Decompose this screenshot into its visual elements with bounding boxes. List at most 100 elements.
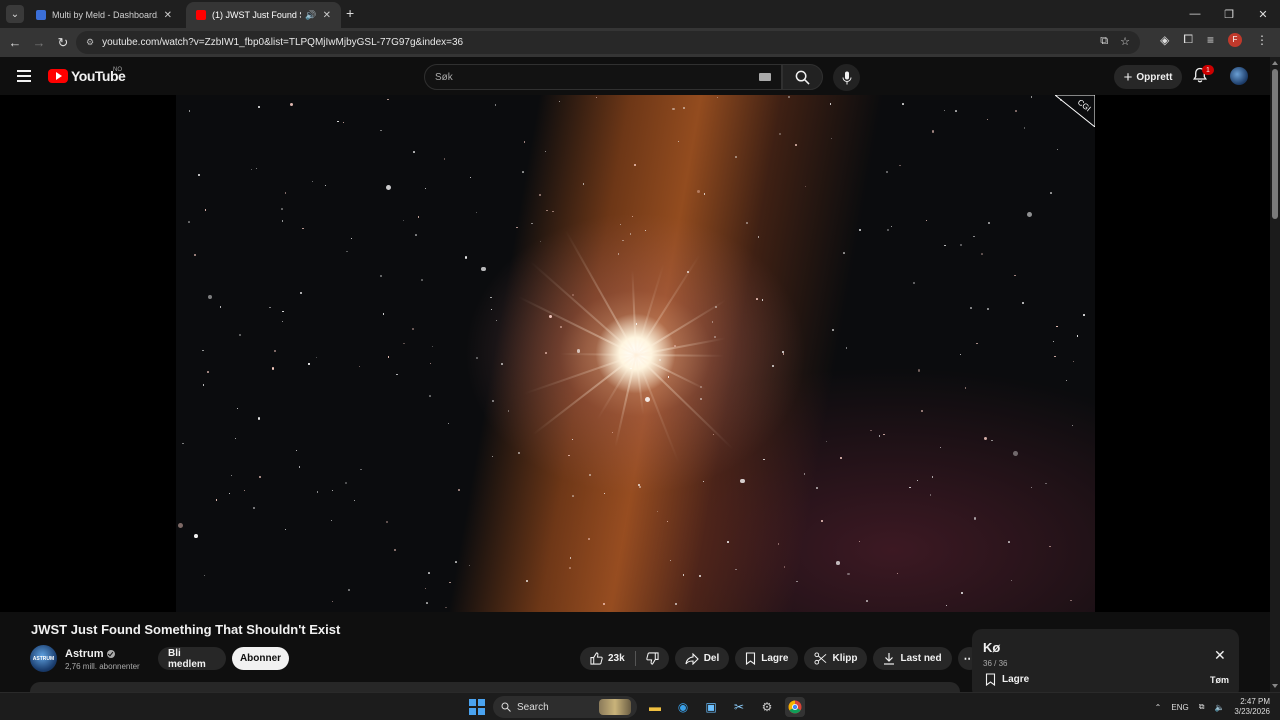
star-point bbox=[713, 335, 716, 338]
new-tab-button[interactable]: + bbox=[346, 5, 354, 21]
save-label: Lagre bbox=[761, 653, 789, 664]
account-avatar[interactable] bbox=[1230, 67, 1248, 85]
create-button[interactable]: + Opprett bbox=[1114, 65, 1182, 89]
share-button[interactable]: Del bbox=[674, 647, 730, 670]
description-box[interactable] bbox=[30, 682, 960, 692]
snipping-tool-icon[interactable]: ✂ bbox=[729, 697, 749, 717]
keyboard-icon[interactable] bbox=[759, 73, 771, 81]
star-point bbox=[507, 410, 510, 412]
star-point bbox=[207, 370, 210, 373]
queue-clear-button[interactable]: Tøm bbox=[1210, 675, 1229, 685]
site-info-icon[interactable]: ⚙ bbox=[86, 37, 94, 48]
star-point bbox=[826, 440, 828, 442]
star-point bbox=[545, 150, 547, 153]
close-tab-icon[interactable]: ✕ bbox=[323, 10, 331, 21]
subscribe-button[interactable]: Abonner bbox=[232, 647, 289, 670]
star-point bbox=[490, 308, 493, 311]
download-icon bbox=[884, 653, 895, 665]
profile-avatar[interactable]: F bbox=[1228, 32, 1242, 47]
remote-desktop-icon[interactable]: ▣ bbox=[701, 697, 721, 717]
star-point bbox=[758, 236, 760, 238]
star-point bbox=[458, 488, 461, 491]
browser-menu-icon[interactable]: ⋮ bbox=[1256, 33, 1268, 47]
scrollbar-thumb[interactable] bbox=[1272, 69, 1278, 219]
star-point bbox=[1030, 96, 1033, 98]
star-point bbox=[603, 492, 605, 494]
taskbar-search-box[interactable]: Search bbox=[493, 696, 637, 718]
channel-avatar[interactable]: ASTRUM bbox=[30, 645, 57, 672]
star-point bbox=[560, 326, 563, 329]
file-explorer-icon[interactable]: ▬ bbox=[645, 697, 665, 717]
bookmark-star-icon[interactable]: ☆ bbox=[1120, 35, 1130, 48]
hamburger-menu-icon[interactable] bbox=[17, 70, 31, 85]
star-point bbox=[843, 252, 845, 254]
star-point bbox=[1008, 541, 1010, 543]
search-button[interactable] bbox=[782, 64, 823, 90]
tray-overflow-chevron-icon[interactable]: ⌃ bbox=[1155, 703, 1162, 712]
tab-search-menu-button[interactable]: ⌄ bbox=[6, 5, 24, 23]
page-scrollbar[interactable] bbox=[1270, 57, 1280, 692]
minimize-button[interactable]: — bbox=[1178, 0, 1212, 28]
extension-icon[interactable]: ◈ bbox=[1160, 33, 1169, 47]
star-point bbox=[583, 183, 585, 185]
verified-check-icon bbox=[106, 650, 115, 659]
scroll-down-arrow-icon[interactable] bbox=[1272, 684, 1278, 688]
volume-icon[interactable]: 🔈 bbox=[1214, 703, 1224, 712]
bookmark-icon bbox=[985, 673, 996, 686]
close-window-button[interactable]: ✕ bbox=[1246, 0, 1280, 28]
star-point bbox=[755, 298, 758, 301]
star-point bbox=[316, 356, 318, 358]
star-point bbox=[202, 384, 205, 386]
dislike-button[interactable] bbox=[636, 647, 669, 670]
star-point bbox=[494, 104, 497, 107]
star-point bbox=[558, 100, 561, 103]
join-button[interactable]: Bli medlem bbox=[158, 647, 226, 670]
settings-icon[interactable]: ⚙ bbox=[757, 697, 777, 717]
taskbar-clock[interactable]: 2:47 PM 3/23/2026 bbox=[1234, 697, 1270, 717]
tab-meld-dashboard[interactable]: Multi by Meld - Dashboard. ✕ bbox=[26, 2, 182, 28]
chrome-browser-icon[interactable] bbox=[785, 697, 805, 717]
video-frame[interactable]: CGI bbox=[176, 95, 1095, 612]
input-language[interactable]: ENG bbox=[1171, 703, 1188, 712]
star-point bbox=[988, 221, 990, 224]
bookmark-icon bbox=[746, 652, 756, 665]
close-queue-icon[interactable]: ✕ bbox=[1214, 647, 1226, 664]
network-icon[interactable]: ⧉ bbox=[1199, 702, 1205, 712]
address-bar[interactable]: ⚙ youtube.com/watch?v=ZzbIW1_fbp0&list=T… bbox=[76, 31, 1140, 54]
windows-start-icon[interactable] bbox=[469, 699, 485, 715]
star-point bbox=[990, 439, 993, 442]
install-app-icon[interactable]: ⧉ bbox=[1100, 35, 1108, 48]
star-point bbox=[208, 294, 213, 299]
queue-title: Kø bbox=[983, 640, 1001, 655]
star-point bbox=[424, 587, 427, 590]
star-point bbox=[901, 103, 904, 105]
edge-browser-icon[interactable]: ◉ bbox=[673, 697, 693, 717]
scroll-up-arrow-icon[interactable] bbox=[1272, 61, 1278, 65]
star-point bbox=[1059, 98, 1062, 102]
search-input[interactable]: Søk bbox=[424, 64, 782, 90]
star-point bbox=[425, 187, 427, 189]
voice-search-button[interactable] bbox=[833, 64, 860, 91]
star-point bbox=[638, 484, 640, 486]
star-point bbox=[445, 607, 447, 609]
save-button[interactable]: Lagre bbox=[735, 647, 799, 670]
star-point bbox=[885, 170, 888, 173]
star-point bbox=[385, 184, 391, 191]
speaker-icon[interactable]: 🔊 bbox=[305, 10, 316, 21]
puzzle-extensions-icon[interactable]: ⧠ bbox=[1183, 32, 1193, 47]
media-control-icon[interactable]: ≡ bbox=[1207, 33, 1214, 47]
reload-button[interactable]: ↻ bbox=[51, 35, 75, 51]
star-point bbox=[632, 215, 634, 217]
clip-button[interactable]: Klipp bbox=[804, 647, 868, 670]
queue-save-button[interactable]: Lagre bbox=[985, 673, 1029, 686]
restore-button[interactable]: ❐ bbox=[1212, 0, 1246, 28]
channel-name-link[interactable]: Astrum bbox=[65, 648, 115, 660]
back-button[interactable]: ← bbox=[3, 35, 27, 50]
star-point bbox=[821, 520, 824, 523]
like-button[interactable]: 23k bbox=[580, 647, 635, 670]
star-point bbox=[1022, 302, 1025, 304]
close-tab-icon[interactable]: ✕ bbox=[164, 10, 172, 21]
forward-button[interactable]: → bbox=[27, 35, 51, 50]
tab-youtube-video[interactable]: (1) JWST Just Found Somethi 🔊 ✕ bbox=[186, 2, 341, 28]
download-button[interactable]: Last ned bbox=[873, 647, 952, 670]
